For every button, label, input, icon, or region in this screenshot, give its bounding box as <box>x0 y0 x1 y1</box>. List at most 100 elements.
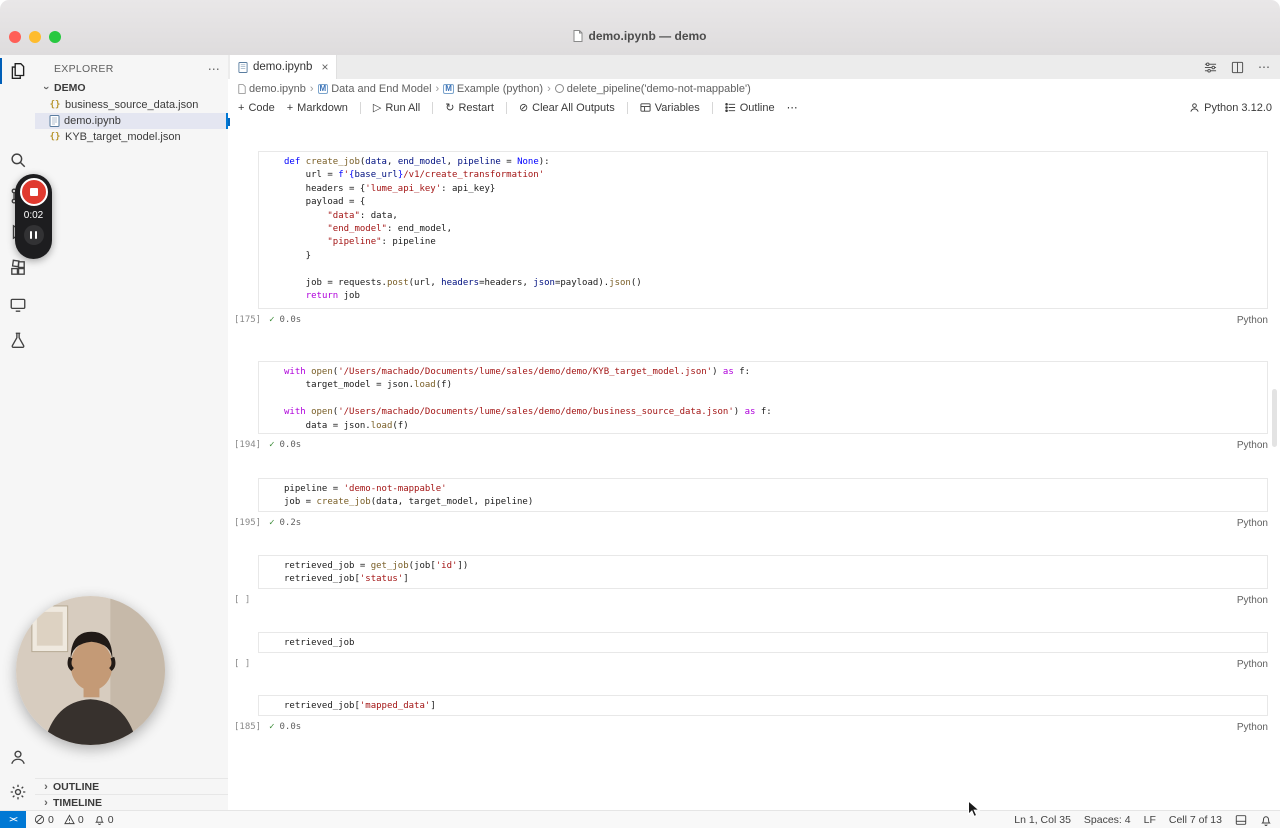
code-token: pipeline = <box>284 484 344 494</box>
code-line: retrieved_job <box>284 637 1267 650</box>
problems-warnings[interactable]: 0 <box>63 814 84 826</box>
cell-language-picker[interactable]: Python <box>1237 595 1268 606</box>
success-check-icon: ✓ <box>269 518 275 528</box>
explorer-more-actions-icon[interactable]: ⋯ <box>208 62 220 76</box>
cell-language-picker[interactable]: Python <box>1237 722 1268 733</box>
code-token: with <box>284 367 312 377</box>
breadcrumb-label: Example (python) <box>456 82 544 95</box>
cell-language-picker[interactable]: Python <box>1237 440 1268 451</box>
breadcrumb-symbol[interactable]: delete_pipeline('demo-not-mappable') <box>554 82 751 95</box>
outline-panel-header[interactable]: › OUTLINE <box>35 778 228 795</box>
stop-recording-button[interactable] <box>19 178 48 206</box>
eol-setting[interactable]: LF <box>1144 814 1156 826</box>
notifications-bell-icon[interactable] <box>1260 814 1272 826</box>
sidebar-item-kyb-target-model[interactable]: {} KYB_target_model.json <box>35 129 228 145</box>
toolbar-more-actions[interactable]: ⋯ <box>787 101 798 114</box>
error-icon <box>34 814 45 825</box>
remote-indicator[interactable]: >< <box>0 811 26 828</box>
breadcrumb-section-2[interactable]: M Example (python) <box>443 83 543 95</box>
cell-language-picker[interactable]: Python <box>1237 659 1268 670</box>
run-all-button[interactable]: ▷ Run All <box>372 101 420 115</box>
activity-bar-remote-explorer[interactable] <box>0 290 35 320</box>
sidebar-item-demo-ipynb[interactable]: demo.ipynb <box>35 113 228 129</box>
cell-duration: 0.0s <box>279 440 302 450</box>
code-token: 'lume_api_key' <box>365 183 442 194</box>
restart-kernel-button[interactable]: ↻ Restart <box>445 101 494 115</box>
timeline-panel-header[interactable]: › TIMELINE <box>35 794 228 811</box>
activity-bar-accounts[interactable] <box>0 742 35 772</box>
bell-icon <box>94 816 104 825</box>
breadcrumb-label: delete_pipeline('demo-not-mappable') <box>566 82 751 95</box>
notifications-count[interactable]: 0 <box>94 814 114 826</box>
problems-errors[interactable]: 0 <box>34 814 54 826</box>
run-all-icon: ▷ <box>372 102 382 114</box>
activity-bar-search[interactable] <box>0 145 35 175</box>
code-token: base_url <box>354 170 398 181</box>
notebook-editor[interactable]: def create_job(data, end_model, pipeline… <box>228 117 1280 810</box>
kernel-picker[interactable]: Python 3.12.0 <box>1189 98 1272 117</box>
success-check-icon: ✓ <box>269 440 275 450</box>
notebook-cell[interactable]: with open('/Users/machado/Documents/lume… <box>258 361 1268 434</box>
indentation-setting[interactable]: Spaces: 4 <box>1084 814 1131 826</box>
code-token: load <box>414 380 436 391</box>
cell-focus-indicator <box>228 118 230 126</box>
activity-bar-explorer[interactable] <box>0 56 35 86</box>
breadcrumb-file[interactable]: demo.ipynb <box>238 83 306 95</box>
code-token: job = <box>284 497 317 508</box>
notebook-cell[interactable]: def create_job(data, end_model, pipeline… <box>258 151 1268 309</box>
breadcrumb: demo.ipynb › M Data and End Model › M Ex… <box>228 79 1280 98</box>
code-token: = <box>500 157 518 167</box>
add-code-cell-button[interactable]: + Code <box>238 102 275 114</box>
sidebar-item-business-source-data[interactable]: {} business_source_data.json <box>35 97 228 113</box>
code-line: return job <box>284 290 1267 303</box>
code-token: /v1/create_transformation' <box>403 170 545 181</box>
close-tab-icon[interactable]: × <box>321 60 328 74</box>
scrollbar-thumb[interactable] <box>1272 389 1277 447</box>
files-icon <box>11 63 24 79</box>
tab-demo-ipynb[interactable]: demo.ipynb × <box>230 55 338 79</box>
outline-button[interactable]: Outline <box>725 102 775 114</box>
add-markdown-cell-button[interactable]: + Markdown <box>287 102 348 114</box>
more-actions-icon: ⋯ <box>786 102 798 114</box>
clear-all-outputs-button[interactable]: ⊘ Clear All Outputs <box>519 101 615 115</box>
activity-bar-settings[interactable] <box>0 777 35 807</box>
explorer-section-demo[interactable]: › DEMO <box>35 79 228 97</box>
notebook-cell[interactable]: pipeline = 'demo-not-mappable' job = crea… <box>258 478 1268 512</box>
notebook-settings-icon[interactable] <box>1204 61 1217 74</box>
notebook-cell[interactable]: retrieved_job <box>258 632 1268 653</box>
code-line: data = json.load(f) <box>284 420 1267 433</box>
webcam-preview[interactable] <box>16 596 165 745</box>
code-line: job = create_job(data, target_model, pip… <box>284 496 1267 509</box>
notebook-cell[interactable]: retrieved_job = get_job(job['id']) retrie… <box>258 555 1268 589</box>
layout-panel-icon[interactable] <box>1235 814 1247 826</box>
status-bar-left: 0 0 0 <box>34 811 114 828</box>
more-actions-icon[interactable]: ⋯ <box>1258 60 1270 74</box>
activity-bar-testing[interactable] <box>0 325 35 355</box>
pause-recording-button[interactable] <box>23 225 44 245</box>
search-icon <box>10 153 25 168</box>
file-name: demo.ipynb <box>64 115 121 127</box>
cell-status-bar: [185] ✓ 0.0s Python <box>234 720 1268 734</box>
notebook-cell[interactable]: retrieved_job['mapped_data'] <box>258 695 1268 716</box>
cell-status-bar: [ ] Python <box>234 657 1268 671</box>
code-token: f: <box>739 367 751 377</box>
code-token: (f) <box>392 420 409 431</box>
cell-language-picker[interactable]: Python <box>1237 315 1268 326</box>
breadcrumb-section-1[interactable]: M Data and End Model <box>317 82 432 95</box>
code-token: open <box>311 407 333 418</box>
code-token: ] <box>430 701 436 711</box>
cell-position[interactable]: Cell 7 of 13 <box>1169 814 1222 826</box>
split-editor-icon[interactable] <box>1231 61 1244 74</box>
cell-language-picker[interactable]: Python <box>1237 518 1268 529</box>
kernel-label: Python 3.12.0 <box>1204 101 1272 114</box>
variables-icon <box>640 103 651 112</box>
chevron-right-icon: › <box>44 797 48 809</box>
code-line: with open('/Users/machado/Documents/lume… <box>284 366 1267 379</box>
code-token: , <box>446 157 458 167</box>
breadcrumb-label: Data and End Model <box>331 82 432 95</box>
cell-duration: 0.0s <box>279 315 302 325</box>
variables-button[interactable]: Variables <box>640 102 700 114</box>
cursor-position[interactable]: Ln 1, Col 35 <box>1014 814 1071 826</box>
code-token: '/Users/machado/Documents/lume/sales/dem… <box>338 367 713 377</box>
